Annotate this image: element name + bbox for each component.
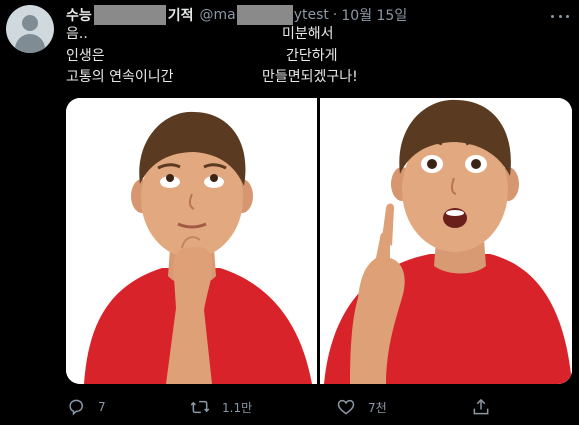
more-dots-icon[interactable]	[548, 6, 572, 26]
display-name-prefix[interactable]: 수능	[66, 5, 92, 25]
tweet-line-3-left: 고통의 연속이니간	[66, 69, 174, 85]
redacted-handle	[236, 5, 293, 25]
heart-icon	[336, 397, 356, 417]
redacted-name	[93, 5, 166, 25]
tweet-header: 수능 기적 @ma ytest · 10월 15일	[66, 5, 407, 25]
surprised-boy-image	[320, 98, 572, 384]
tweet-line-2-right: 간단하게	[286, 48, 338, 64]
share-button[interactable]	[471, 396, 491, 418]
reply-count: 7	[98, 400, 106, 414]
retweet-icon	[190, 397, 210, 417]
photo-surprised-boy[interactable]	[320, 98, 572, 384]
tweet-line-3-right: 만들면되겠구나!	[262, 69, 358, 85]
share-icon	[471, 397, 491, 417]
like-button[interactable]: 7천	[336, 396, 387, 418]
media-grid	[66, 98, 572, 384]
tweet-actions: 7 1.1만 7천	[66, 396, 489, 418]
default-avatar-icon[interactable]	[6, 5, 54, 53]
thinking-boy-image	[66, 98, 317, 384]
handle-prefix[interactable]: @ma	[200, 7, 236, 23]
tweet-line-1-left: 음..	[66, 26, 88, 42]
photo-thinking-boy[interactable]	[66, 98, 317, 384]
separator-dot: ·	[332, 7, 338, 23]
reply-button[interactable]: 7	[66, 396, 106, 418]
like-count: 7천	[368, 400, 387, 415]
retweet-count: 1.1만	[222, 400, 253, 415]
retweet-button[interactable]: 1.1만	[190, 396, 252, 418]
tweet-date[interactable]: 10월 15일	[341, 5, 407, 25]
display-name-suffix[interactable]: 기적	[168, 5, 194, 25]
tweet-line-1-right: 미분해서	[282, 26, 334, 42]
tweet-line-2-left: 인생은	[66, 48, 105, 64]
reply-icon	[66, 397, 86, 417]
handle-suffix[interactable]: ytest	[294, 7, 329, 23]
tweet[interactable]: 수능 기적 @ma ytest · 10월 15일 음.. 미분해서 인생은 간…	[0, 0, 579, 425]
